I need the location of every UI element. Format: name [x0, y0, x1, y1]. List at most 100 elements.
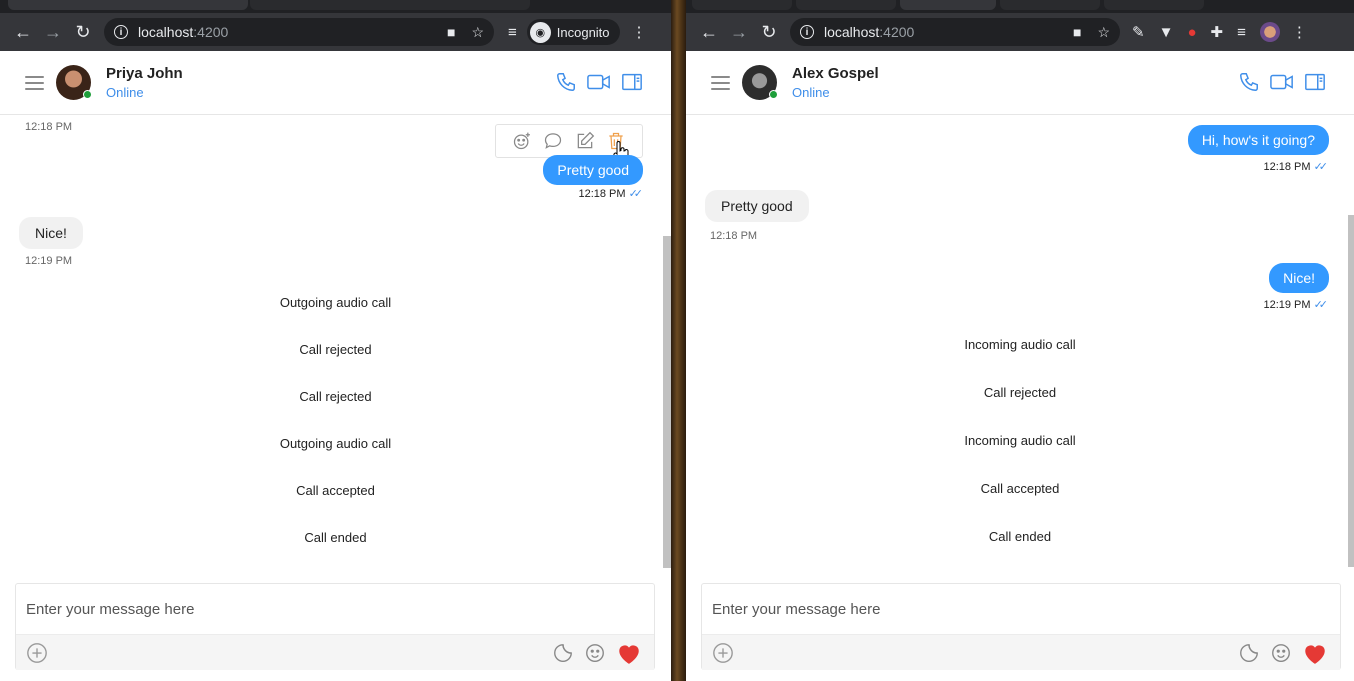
chat-header: Alex Gospel Online — [686, 51, 1354, 115]
inactive-tab[interactable] — [796, 0, 896, 10]
back-icon[interactable]: ← — [694, 17, 724, 47]
right-browser-window: ← → ↻ i localhost:4200 ■ ☆ ✎ ▼ ● ✚ ≡ ⋮ A… — [686, 0, 1354, 681]
sidebar-icon[interactable] — [1304, 71, 1326, 93]
profile-avatar-icon[interactable] — [1259, 22, 1280, 42]
message-composer: Enter your message here — [701, 583, 1341, 670]
red-extension-icon[interactable]: ● — [1187, 24, 1196, 41]
heart-icon[interactable] — [616, 641, 642, 665]
read-receipt-icon: ✓✓ — [628, 188, 644, 200]
forward-icon[interactable]: → — [724, 17, 754, 47]
sticker-icon[interactable] — [1238, 642, 1260, 664]
sidebar-icon[interactable] — [621, 71, 643, 93]
call-log-item: Call accepted — [296, 483, 375, 498]
timestamp-text: 12:18 PM — [578, 187, 626, 200]
message-input[interactable]: Enter your message here — [16, 584, 654, 635]
online-indicator — [83, 90, 92, 99]
phone-icon[interactable] — [555, 71, 577, 93]
contact-name: Priya John — [106, 65, 183, 82]
online-indicator — [769, 90, 778, 99]
call-log-item: Call ended — [988, 529, 1052, 544]
chat-header: Priya John Online — [0, 51, 671, 115]
tab-strip — [0, 0, 671, 13]
sticker-icon[interactable] — [552, 642, 574, 664]
avatar[interactable] — [742, 65, 778, 100]
read-receipt-icon: ✓✓ — [1313, 299, 1329, 311]
extensions-icon[interactable]: ✚ — [1211, 23, 1224, 41]
video-icon[interactable] — [1270, 71, 1294, 93]
scrollbar[interactable] — [663, 236, 671, 568]
address-bar[interactable]: i localhost:4200 ■ ☆ — [104, 18, 494, 46]
menu-icon[interactable]: ⋮ — [632, 23, 647, 41]
back-icon[interactable]: ← — [8, 17, 38, 47]
inactive-tab[interactable] — [1104, 0, 1204, 10]
heart-icon[interactable] — [1302, 641, 1328, 665]
reply-icon[interactable] — [543, 131, 563, 151]
v-extension-icon[interactable]: ▼ — [1159, 24, 1174, 41]
video-icon[interactable] — [587, 71, 611, 93]
call-log-item: Incoming audio call — [964, 337, 1076, 352]
inactive-tab[interactable] — [250, 0, 530, 10]
incognito-badge[interactable]: ◉ Incognito — [526, 19, 620, 45]
outgoing-message[interactable]: Hi, how's it going? — [1187, 125, 1329, 155]
message-timestamp: 12:18 PM — [710, 230, 758, 242]
composer-toolbar — [702, 635, 1340, 670]
outgoing-message[interactable]: Pretty good — [543, 155, 643, 185]
browser-toolbar: ← → ↻ i localhost:4200 ■ ☆ ✎ ▼ ● ✚ ≡ ⋮ — [686, 13, 1354, 51]
avatar[interactable] — [56, 65, 92, 100]
call-log-item: Call rejected — [299, 342, 372, 357]
composer-toolbar — [16, 635, 654, 670]
tab-strip — [686, 0, 1354, 13]
inactive-tab[interactable] — [692, 0, 792, 10]
outgoing-message[interactable]: Nice! — [1269, 263, 1329, 293]
left-browser-window: ← → ↻ i localhost:4200 ■ ☆ ≡ ◉ Incognito… — [0, 0, 671, 681]
message-input[interactable]: Enter your message here — [702, 584, 1340, 635]
pen-extension-icon[interactable]: ✎ — [1132, 23, 1145, 41]
message-timestamp: 12:18 PM — [25, 121, 73, 133]
phone-icon[interactable] — [1238, 71, 1260, 93]
forward-icon[interactable]: → — [38, 17, 68, 47]
timestamp-text: 12:19 PM — [1263, 298, 1311, 311]
incoming-message[interactable]: Nice! — [19, 217, 83, 249]
star-icon[interactable]: ☆ — [1097, 24, 1110, 41]
hamburger-icon[interactable] — [711, 75, 730, 90]
incognito-label: Incognito — [556, 24, 610, 40]
contact-status: Online — [792, 85, 830, 100]
edit-icon[interactable] — [575, 131, 595, 151]
desktop-background — [671, 0, 686, 681]
react-icon[interactable] — [512, 131, 532, 151]
scrollbar[interactable] — [1348, 215, 1354, 567]
message-timestamp: 12:18 PM ✓✓ — [578, 187, 644, 201]
timestamp-text: 12:18 PM — [1263, 160, 1311, 173]
emoji-icon[interactable] — [584, 642, 606, 664]
incognito-icon: ◉ — [529, 21, 551, 43]
camera-icon[interactable]: ■ — [447, 24, 455, 40]
info-icon[interactable]: i — [800, 25, 814, 39]
address-host: localhost — [824, 24, 880, 40]
address-host: localhost — [138, 24, 194, 40]
active-tab[interactable] — [8, 0, 248, 10]
call-log-item: Call ended — [304, 530, 367, 545]
plus-icon[interactable] — [26, 642, 48, 664]
contact-name: Alex Gospel — [792, 65, 879, 82]
call-log-item: Call rejected — [299, 389, 372, 404]
message-timestamp: 12:18 PM ✓✓ — [1263, 160, 1328, 174]
emoji-icon[interactable] — [1270, 642, 1292, 664]
call-log-item: Incoming audio call — [964, 433, 1076, 448]
menu-icon[interactable]: ⋮ — [1292, 23, 1307, 41]
star-icon[interactable]: ☆ — [471, 24, 484, 41]
plus-icon[interactable] — [712, 642, 734, 664]
reload-icon[interactable]: ↻ — [754, 17, 784, 47]
reload-icon[interactable]: ↻ — [68, 17, 98, 47]
address-bar[interactable]: i localhost:4200 ■ ☆ — [790, 18, 1120, 46]
camera-icon[interactable]: ■ — [1073, 24, 1081, 40]
active-tab[interactable] — [900, 0, 996, 10]
call-log-item: Call rejected — [983, 385, 1057, 400]
queue-icon[interactable]: ≡ — [508, 24, 517, 41]
incoming-message[interactable]: Pretty good — [705, 190, 809, 222]
info-icon[interactable]: i — [114, 25, 128, 39]
inactive-tab[interactable] — [1000, 0, 1100, 10]
queue-icon[interactable]: ≡ — [1237, 24, 1246, 41]
call-log-item: Outgoing audio call — [279, 295, 392, 310]
message-timestamp: 12:19 PM ✓✓ — [1263, 298, 1329, 312]
hamburger-icon[interactable] — [25, 75, 44, 90]
